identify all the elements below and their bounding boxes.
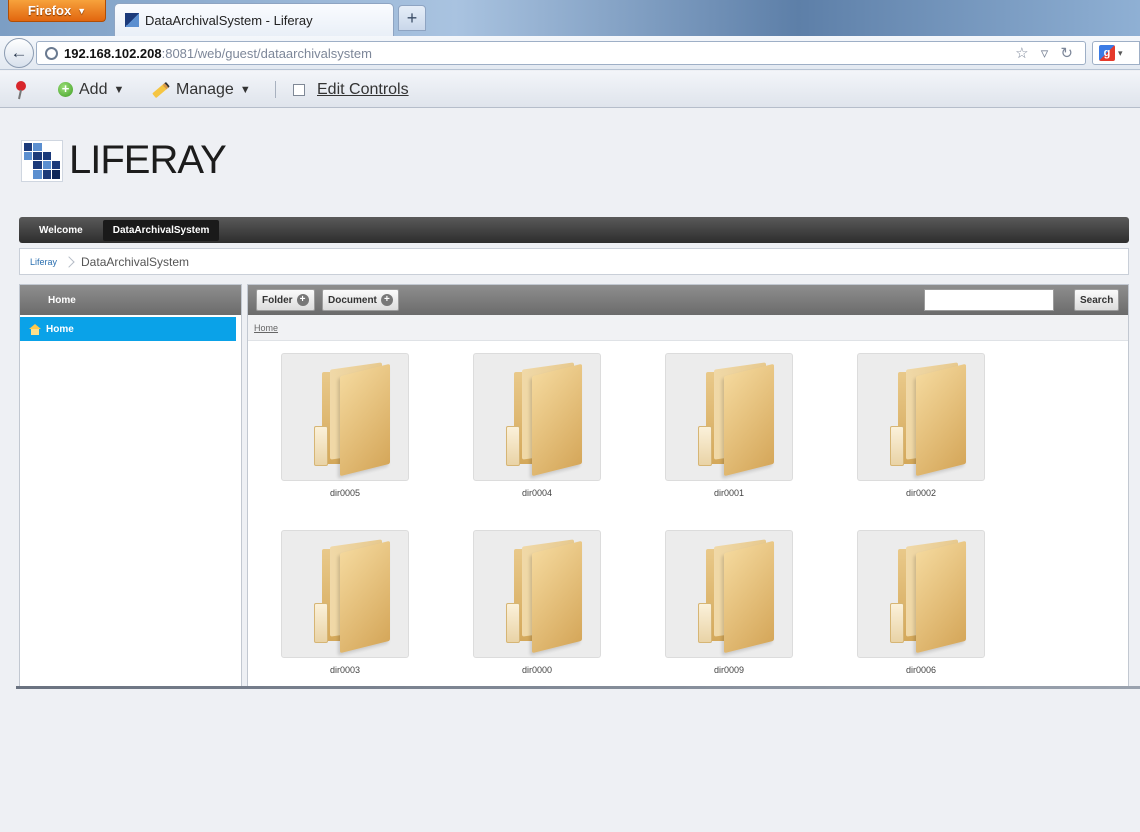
manage-menu-button[interactable]: Manage ▼ — [152, 71, 251, 108]
folder-thumbnail[interactable] — [857, 530, 985, 658]
folder-icon — [890, 362, 970, 477]
globe-icon — [45, 46, 58, 60]
breadcrumb-home-link[interactable]: Liferay — [30, 257, 57, 267]
folder-thumbnail[interactable] — [665, 353, 793, 481]
add-icon: + — [58, 82, 73, 97]
search-button[interactable]: Search — [1074, 289, 1120, 311]
chevron-down-icon: ▾ — [1118, 47, 1123, 58]
breadcrumb: Liferay DataArchivalSystem — [19, 248, 1129, 275]
folder-tile[interactable]: dir0005 — [281, 353, 409, 498]
nav-item-welcome[interactable]: Welcome — [29, 220, 93, 241]
folder-tile[interactable]: dir0009 — [665, 530, 793, 675]
folder-name[interactable]: dir0006 — [857, 665, 985, 675]
folder-thumbnail[interactable] — [473, 530, 601, 658]
browser-titlebar: Firefox ▼ DataArchivalSystem - Liferay + — [0, 0, 1140, 36]
logo-text: LIFERAY — [69, 138, 227, 182]
site-navigation: Welcome DataArchivalSystem — [19, 217, 1129, 243]
folder-tile[interactable]: dir0002 — [857, 353, 985, 498]
plus-icon: + — [380, 294, 393, 306]
folder-thumbnail[interactable] — [281, 530, 409, 658]
folder-tile[interactable]: dir0004 — [473, 353, 601, 498]
folder-thumbnail[interactable] — [473, 353, 601, 481]
folder-icon — [698, 362, 778, 477]
firefox-menu-button[interactable]: Firefox ▼ — [8, 0, 106, 22]
folder-icon — [314, 362, 394, 477]
folder-name[interactable]: dir0003 — [281, 665, 409, 675]
document-button-label: Document — [328, 294, 377, 306]
url-bar[interactable]: 192.168.102.208:8081/web/guest/dataarchi… — [36, 41, 1086, 65]
edit-controls-label: Edit Controls — [317, 80, 409, 98]
folder-breadcrumb-home[interactable]: Home — [248, 315, 1128, 341]
chevron-down-icon: ▼ — [77, 5, 87, 16]
liferay-logo[interactable]: LIFERAY — [21, 138, 227, 183]
add-menu-button[interactable]: + Add ▼ — [58, 71, 124, 108]
divider — [275, 81, 276, 98]
liferay-favicon-icon — [125, 13, 139, 27]
folder-tree-sidebar: Home Home — [19, 284, 242, 688]
chevron-down-icon: ▼ — [239, 83, 251, 96]
new-tab-button[interactable]: + — [398, 5, 426, 31]
add-document-button[interactable]: Document + — [322, 289, 399, 311]
add-folder-button[interactable]: Folder + — [256, 289, 315, 311]
liferay-logo-icon — [21, 139, 63, 182]
google-icon: g — [1099, 45, 1115, 61]
folder-tile[interactable]: dir0001 — [665, 353, 793, 498]
folder-name[interactable]: dir0004 — [473, 488, 601, 498]
bookmark-star-icon[interactable]: ☆ ▿ ↻ — [1015, 44, 1077, 62]
edit-controls-checkbox[interactable] — [293, 83, 305, 96]
pin-icon[interactable] — [14, 80, 28, 100]
breadcrumb-separator — [63, 255, 75, 268]
sidebar-item-label: Home — [46, 323, 74, 335]
documents-toolbar: Folder + Document + Search — [248, 285, 1128, 315]
chevron-down-icon: ▼ — [113, 83, 125, 96]
sidebar-header: Home — [20, 285, 241, 315]
folder-icon — [506, 539, 586, 654]
search-engine-box[interactable]: g ▾ — [1092, 41, 1140, 65]
folder-thumbnail[interactable] — [281, 353, 409, 481]
folder-grid: dir0005 dir0004 dir0001 dir0002 dir0003 dir00… — [281, 353, 985, 675]
nav-item-dataarchivalsystem[interactable]: DataArchivalSystem — [102, 219, 220, 241]
plus-icon: + — [296, 294, 309, 306]
search-input[interactable] — [924, 289, 1054, 311]
add-label: Add — [79, 80, 108, 98]
firefox-menu-label: Firefox — [27, 3, 72, 18]
folder-icon — [506, 362, 586, 477]
folder-icon — [698, 539, 778, 654]
home-icon — [29, 323, 41, 335]
browser-tab[interactable]: DataArchivalSystem - Liferay — [114, 3, 394, 36]
folder-thumbnail[interactable] — [665, 530, 793, 658]
folder-button-label: Folder — [262, 294, 293, 306]
sidebar-item-home[interactable]: Home — [20, 317, 236, 341]
folder-name[interactable]: dir0005 — [281, 488, 409, 498]
url-path: :8081/web/guest/dataarchivalsystem — [161, 45, 372, 61]
folder-thumbnail[interactable] — [857, 353, 985, 481]
manage-label: Manage — [176, 80, 234, 98]
folder-name[interactable]: dir0000 — [473, 665, 601, 675]
folder-tile[interactable]: dir0000 — [473, 530, 601, 675]
back-button[interactable]: ← — [4, 38, 34, 68]
documents-panel: Folder + Document + Search Home dir0005 d… — [247, 284, 1129, 688]
divider — [16, 686, 1140, 689]
folder-tile[interactable]: dir0006 — [857, 530, 985, 675]
folder-tile[interactable]: dir0003 — [281, 530, 409, 675]
tab-title: DataArchivalSystem - Liferay — [145, 12, 313, 28]
breadcrumb-current: DataArchivalSystem — [81, 254, 190, 269]
edit-controls-toggle[interactable]: Edit Controls — [293, 71, 409, 108]
browser-navbar: ← 192.168.102.208:8081/web/guest/dataarc… — [0, 36, 1140, 70]
liferay-dockbar: + Add ▼ Manage ▼ Edit Controls — [0, 71, 1140, 108]
folder-icon — [890, 539, 970, 654]
url-host: 192.168.102.208 — [64, 45, 162, 61]
folder-name[interactable]: dir0002 — [857, 488, 985, 498]
folder-icon — [314, 539, 394, 654]
folder-name[interactable]: dir0009 — [665, 665, 793, 675]
pencil-icon — [152, 81, 170, 98]
folder-name[interactable]: dir0001 — [665, 488, 793, 498]
